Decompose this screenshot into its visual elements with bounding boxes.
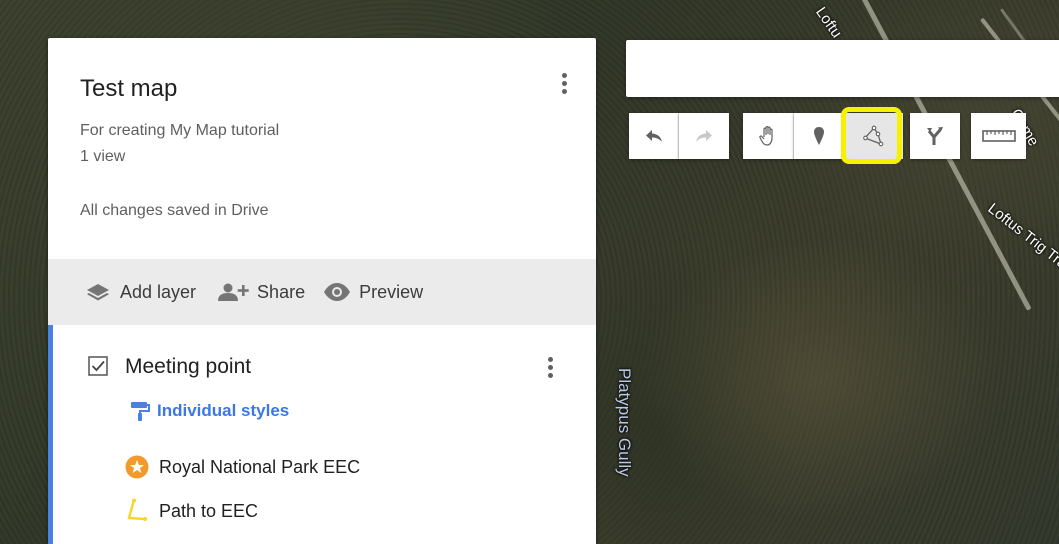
map-description[interactable]: For creating My Map tutorial [80, 122, 279, 140]
map-view-count: 1 view [80, 148, 126, 165]
map-title[interactable]: Test map [80, 75, 177, 103]
layer-style-link[interactable]: Individual styles [129, 400, 289, 422]
undo-button[interactable] [629, 113, 679, 159]
feature-item[interactable]: Path to EEC [125, 498, 258, 524]
draw-line-icon [862, 125, 883, 147]
add-directions-button[interactable] [910, 113, 960, 159]
layer-options-kebab-icon[interactable] [538, 352, 562, 382]
map-actions-bar: Add layer Share Preview [48, 259, 596, 325]
layer-meeting-point: Meeting point Individual styles Royal Na… [48, 325, 596, 544]
select-pan-button[interactable] [743, 113, 794, 159]
save-status: All changes saved in Drive [80, 202, 269, 219]
search-input[interactable] [626, 40, 1059, 97]
map-label-loftus-trig: Loftus Trig Tra [984, 200, 1059, 273]
preview-label: Preview [359, 281, 424, 302]
layer-name[interactable]: Meeting point [125, 355, 251, 379]
eye-icon [323, 282, 351, 302]
feature-label: Path to EEC [159, 500, 259, 521]
preview-button[interactable]: Preview [323, 282, 423, 303]
star-marker-icon [125, 455, 149, 479]
share-label: Share [257, 281, 306, 302]
ruler-icon [981, 130, 1016, 142]
marker-icon [813, 127, 824, 145]
layer-visibility-checkbox[interactable] [88, 356, 108, 376]
map-label-platypus-gully: Platypus Gully [615, 368, 634, 477]
path-line-icon [127, 498, 147, 521]
measure-button[interactable] [971, 113, 1026, 159]
map-panel: Test map For creating My Map tutorial 1 … [48, 38, 596, 544]
undo-icon [645, 130, 662, 142]
share-button[interactable]: Share [216, 282, 305, 303]
layers-icon [85, 282, 111, 302]
hand-icon [759, 126, 773, 146]
directions-icon [927, 127, 943, 145]
add-layer-label: Add layer [120, 281, 197, 302]
add-marker-button[interactable] [794, 113, 844, 159]
draw-line-button[interactable] [844, 113, 903, 159]
feature-label: Royal National Park EEC [159, 456, 361, 477]
map-info-header: Test map For creating My Map tutorial 1 … [48, 38, 596, 259]
map-options-kebab-icon[interactable] [552, 68, 576, 98]
feature-item[interactable]: Royal National Park EEC [125, 455, 360, 479]
checkbox-checked-icon [88, 356, 108, 376]
map-label-loftus-top: Loftu [812, 4, 846, 42]
redo-button[interactable] [679, 113, 729, 159]
layer-selected-indicator [48, 325, 53, 544]
paint-roller-icon [131, 402, 150, 421]
layer-style-label: Individual styles [157, 401, 290, 420]
add-person-icon [216, 282, 250, 302]
redo-icon [696, 130, 712, 142]
add-layer-button[interactable]: Add layer [85, 282, 196, 303]
